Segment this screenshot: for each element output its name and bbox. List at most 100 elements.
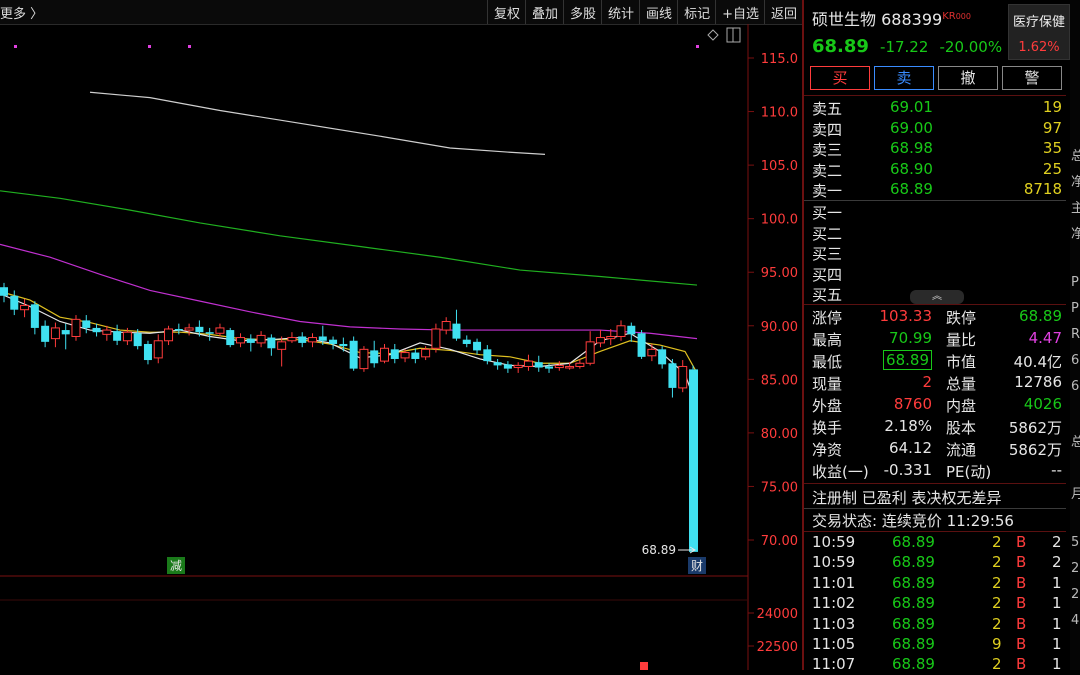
ask-label: 卖五: [812, 100, 843, 118]
candle: [226, 330, 235, 346]
ask-volume: 35: [1042, 139, 1062, 157]
candle: [483, 349, 492, 362]
edge-glyph: P: [1071, 301, 1079, 316]
tick-side: B: [1016, 533, 1027, 551]
candle: [411, 352, 420, 359]
divider: [804, 200, 1066, 201]
stat-label: PE(动): [946, 463, 992, 481]
edge-glyph: 2: [1071, 561, 1080, 576]
tick-count: 1: [1052, 614, 1062, 633]
cancel-button[interactable]: 撤: [938, 66, 998, 90]
candle: [195, 326, 204, 333]
ma20-line: [0, 243, 698, 340]
quote-panel: 硕世生物 688399KR000 68.89 -17.22 -20.00% 医疗…: [802, 0, 1072, 673]
price-tick-label: 80.00: [761, 427, 798, 442]
candle: [61, 330, 70, 335]
sector-box[interactable]: 医疗保健 1.62%: [1008, 4, 1070, 60]
candle: [658, 349, 667, 365]
candle: [113, 331, 122, 341]
ask-level: 卖四 69.00 97: [812, 119, 1062, 139]
divider: [804, 508, 1066, 509]
toolbar-button-7[interactable]: 返回: [763, 0, 802, 24]
toolbar-button-2[interactable]: 多股: [563, 0, 601, 24]
toolbar-button-4[interactable]: 画线: [639, 0, 677, 24]
tick-volume: 2: [992, 533, 1002, 551]
finance-marker-label: 财: [691, 559, 703, 573]
volume-tick-label: 24000: [757, 607, 798, 622]
chart-toolbar: 更多 〉 复权 叠加 多股 统计 画线 标记 +自选 返回: [0, 0, 802, 25]
tick-side: B: [1016, 655, 1027, 674]
toolbar-buttons: 复权 叠加 多股 统计 画线 标记 +自选 返回: [486, 0, 802, 24]
toolbar-button-1[interactable]: 叠加: [525, 0, 563, 24]
candle: [298, 336, 307, 343]
ma120-line: [89, 91, 546, 155]
tick-count: 1: [1052, 635, 1062, 653]
tick-volume: 2: [992, 553, 1002, 572]
price-tick-label: 115.0: [761, 52, 798, 67]
stat-value: 12786: [1014, 373, 1062, 391]
candle: [678, 365, 688, 389]
edge-glyph: 总: [1071, 149, 1080, 164]
price-tick-label: 110.0: [761, 106, 798, 121]
candle: [503, 364, 512, 369]
collapse-button[interactable]: ︽: [910, 290, 964, 304]
ask-level: 卖五 69.01 19: [812, 98, 1062, 118]
candle: [50, 327, 60, 340]
tick-price: 68.89: [892, 553, 935, 572]
tick-price: 68.89: [892, 594, 935, 613]
toolbar-button-5[interactable]: 标记: [677, 0, 715, 24]
ask-price: 68.90: [890, 159, 933, 178]
candle: [82, 320, 91, 328]
stat-value: 68.89: [883, 350, 932, 370]
candle: [534, 362, 543, 368]
tick-count: 1: [1052, 573, 1062, 592]
candle: [554, 364, 564, 369]
tick-time: 11:05: [812, 635, 856, 653]
candle: [523, 360, 533, 367]
candle: [647, 348, 657, 357]
candle: [184, 327, 194, 331]
stat-label: 内盘: [946, 397, 977, 415]
more-button[interactable]: 更多 〉: [0, 3, 43, 22]
ask-volume: 8718: [1023, 180, 1062, 198]
alert-button[interactable]: 警: [1002, 66, 1062, 90]
toolbar-button-3[interactable]: 统计: [601, 0, 639, 24]
tick-volume: 2: [992, 594, 1002, 613]
divider: [804, 483, 1066, 484]
tick-price: 68.89: [892, 614, 935, 633]
edge-glyph: 5: [1071, 535, 1080, 550]
candle: [400, 352, 410, 359]
tick-row: 10:59 68.89 2 B 2: [812, 533, 1068, 553]
price-tick-label: 105.0: [761, 159, 798, 174]
candle: [462, 339, 471, 344]
sell-button[interactable]: 卖: [874, 66, 934, 90]
bid-level: 买三: [812, 243, 1062, 263]
sector-pct: 1.62%: [1018, 40, 1060, 55]
tick-row: 11:05 68.89 9 B 1: [812, 635, 1068, 655]
buy-button[interactable]: 买: [810, 66, 870, 90]
divider: [804, 531, 1066, 532]
stat-value: 103.33: [879, 307, 933, 325]
candle: [329, 339, 338, 344]
toolbar-button-6[interactable]: +自选: [715, 0, 764, 24]
candle: [452, 323, 461, 339]
stat-value: 64.12: [889, 439, 932, 457]
tick-time: 10:59: [812, 553, 856, 572]
candle: [565, 365, 575, 369]
stat-value: 5862万: [1008, 441, 1062, 459]
candle: [668, 363, 677, 388]
candle: [493, 362, 502, 366]
stat-label: 股本: [946, 419, 977, 437]
tick-row: 11:02 68.89 2 B 1: [812, 594, 1068, 614]
kline-chart[interactable]: 115.0 110.0 105.0 100.0 95.00 90.00 85.00 80.00…: [0, 24, 802, 670]
toolbar-button-0[interactable]: 复权: [486, 0, 525, 24]
candle: [215, 327, 225, 334]
last-price: 68.89: [812, 36, 869, 57]
tick-time: 11:01: [812, 573, 856, 592]
stat-value: 2: [922, 373, 932, 391]
tick-row: 11:07 68.89 2 B 1: [812, 655, 1068, 675]
ask-price: 69.01: [890, 98, 933, 116]
tick-count: 1: [1052, 655, 1062, 674]
ask-label: 卖三: [812, 141, 843, 159]
diamond-icon: [707, 29, 719, 41]
